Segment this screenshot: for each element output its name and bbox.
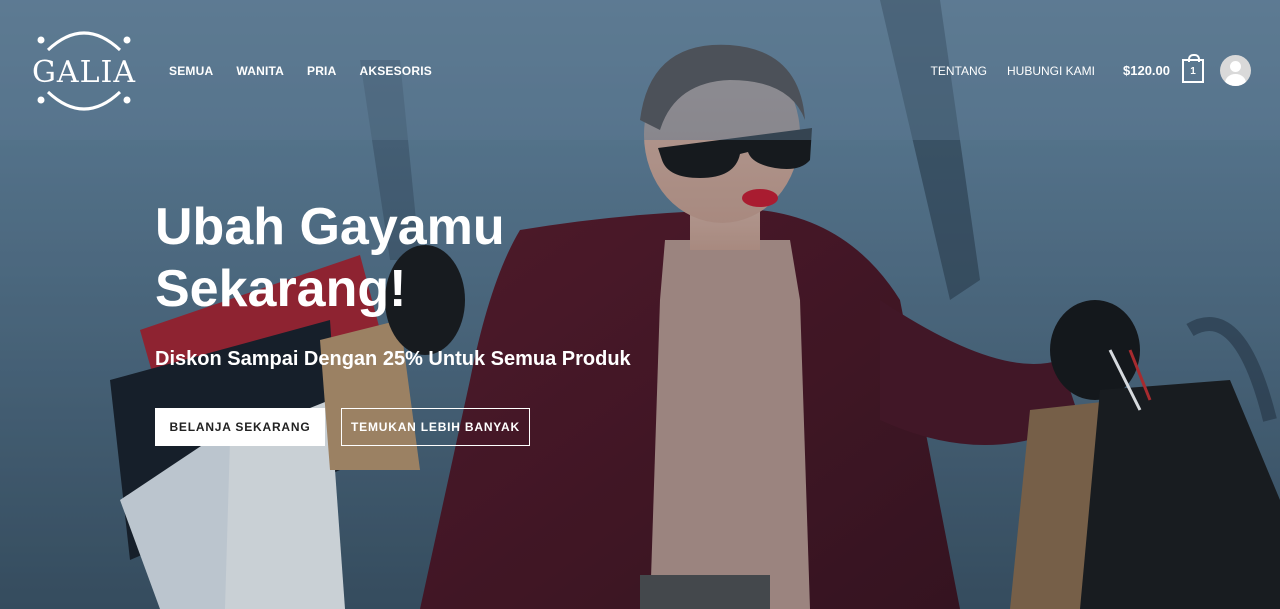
shop-now-button[interactable]: BELANJA SEKARANG <box>155 408 325 446</box>
hero-banner: GALIA SEMUA WANITA PRIA AKSESORIS TENTAN… <box>0 0 1280 609</box>
shopping-bag-icon[interactable]: 1 <box>1182 54 1204 83</box>
nav-item-wanita[interactable]: WANITA <box>236 64 284 78</box>
hero-subheadline: Diskon Sampai Dengan 25% Untuk Semua Pro… <box>155 348 631 370</box>
hero-headline: Ubah Gayamu Sekarang! <box>155 198 505 318</box>
cart-count: 1 <box>1190 65 1196 77</box>
discover-more-button[interactable]: TEMUKAN LEBIH BANYAK <box>341 408 530 446</box>
nav-item-semua[interactable]: SEMUA <box>169 64 213 78</box>
secondary-nav: TENTANG HUBUNGI KAMI <box>931 64 1095 78</box>
nav-item-hubungi-kami[interactable]: HUBUNGI KAMI <box>1007 64 1095 78</box>
cart-total[interactable]: $120.00 <box>1123 63 1170 78</box>
logo-text: GALIA <box>32 55 136 90</box>
nav-item-tentang[interactable]: TENTANG <box>931 64 987 78</box>
nav-item-aksesoris[interactable]: AKSESORIS <box>359 64 431 78</box>
galia-logo[interactable]: GALIA <box>28 20 140 120</box>
main-nav: SEMUA WANITA PRIA AKSESORIS <box>169 64 432 78</box>
user-avatar-icon[interactable] <box>1220 55 1251 86</box>
nav-item-pria[interactable]: PRIA <box>307 64 336 78</box>
site-header: GALIA SEMUA WANITA PRIA AKSESORIS TENTAN… <box>0 0 1280 140</box>
